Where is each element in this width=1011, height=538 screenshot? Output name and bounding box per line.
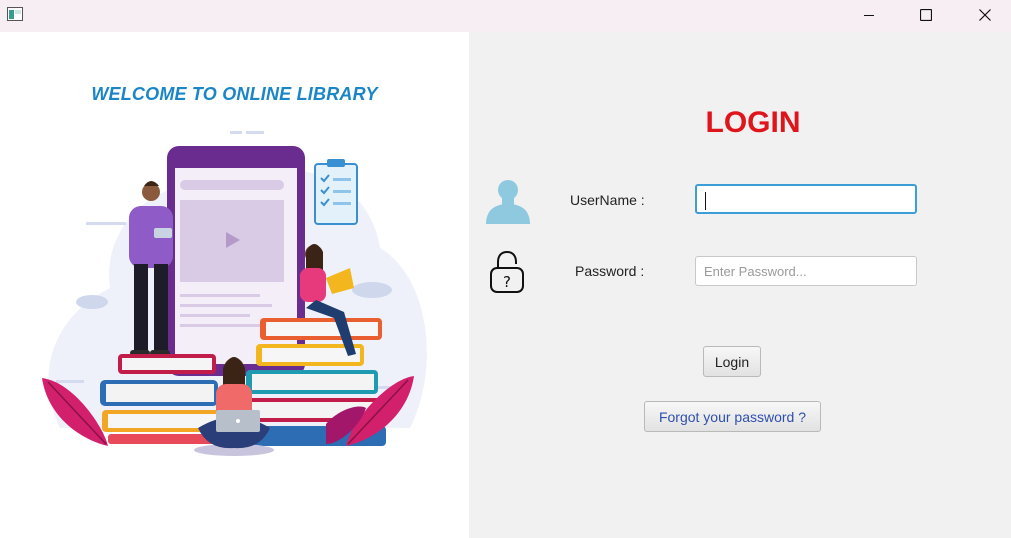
login-panel: LOGIN UserName : ? Password : Login Forg… — [469, 32, 1011, 538]
minimize-button[interactable] — [846, 0, 892, 30]
password-input[interactable] — [695, 256, 917, 286]
text-caret — [705, 192, 706, 210]
welcome-heading: WELCOME TO ONLINE LIBRARY — [91, 84, 378, 104]
close-icon — [979, 9, 991, 21]
window-icon — [7, 7, 23, 21]
close-button[interactable] — [962, 0, 1008, 30]
login-title: LOGIN — [705, 106, 801, 139]
library-reading-illustration — [42, 131, 427, 456]
password-label: Password : — [575, 263, 645, 279]
title-bar — [0, 0, 1011, 32]
username-input[interactable] — [695, 184, 917, 214]
user-icon — [486, 180, 530, 224]
minimize-icon — [864, 15, 874, 16]
svg-text:?: ? — [503, 273, 511, 291]
maximize-button[interactable] — [903, 0, 949, 30]
lock-icon: ? — [490, 250, 524, 293]
forgot-password-button[interactable]: Forgot your password ? — [644, 401, 821, 432]
welcome-panel: WELCOME TO ONLINE LIBRARY — [0, 32, 469, 538]
login-button[interactable]: Login — [703, 346, 761, 377]
maximize-icon — [920, 9, 932, 21]
username-label: UserName : — [570, 192, 645, 208]
